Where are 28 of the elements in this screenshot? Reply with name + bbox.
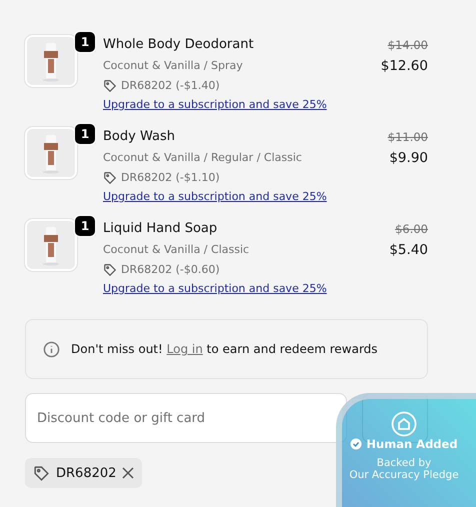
upgrade-link[interactable]: Upgrade to a subscription and save 25%: [103, 97, 355, 113]
discount-code: DR68202 (-$1.40): [121, 78, 220, 94]
product-variant: Coconut & Vanilla / Regular / Classic: [103, 150, 303, 166]
badge-subtitle: Our Accuracy Pledge: [349, 469, 459, 481]
upgrade-link[interactable]: Upgrade to a subscription and save 25%: [103, 189, 362, 205]
quantity-badge: 1: [74, 215, 96, 237]
product-name: Whole Body Deodorant: [103, 36, 255, 54]
original-price: $14.00: [388, 37, 428, 54]
quantity-badge: 1: [74, 123, 96, 145]
badge-title: Human Added: [366, 437, 458, 451]
badge-subtitle: Backed by: [376, 457, 432, 469]
login-link[interactable]: Log in: [166, 342, 203, 356]
quantity-badge: 1: [74, 31, 96, 53]
discount-code: DR68202 (-$1.10): [121, 170, 220, 186]
discount-code-field[interactable]: Discount code or gift card: [25, 393, 347, 443]
applied-code: DR68202: [56, 466, 116, 480]
price: $12.60: [380, 57, 428, 75]
price: $9.90: [389, 149, 428, 167]
product-variant: Coconut & Vanilla / Spray: [103, 58, 244, 74]
original-price: $11.00: [388, 129, 428, 146]
upgrade-link[interactable]: Upgrade to a subscription and save 25%: [103, 281, 364, 297]
product-variant: Coconut & Vanilla / Classic: [103, 242, 250, 258]
original-price: $6.00: [395, 221, 428, 238]
discount-code: DR68202 (-$0.60): [121, 262, 220, 278]
rewards-message: Don't miss out! Log in to earn and redeem rewards: [71, 342, 378, 356]
product-name: Body Wash: [103, 128, 176, 146]
price: $5.40: [389, 241, 428, 259]
product-name: Liquid Hand Soap: [103, 220, 218, 238]
